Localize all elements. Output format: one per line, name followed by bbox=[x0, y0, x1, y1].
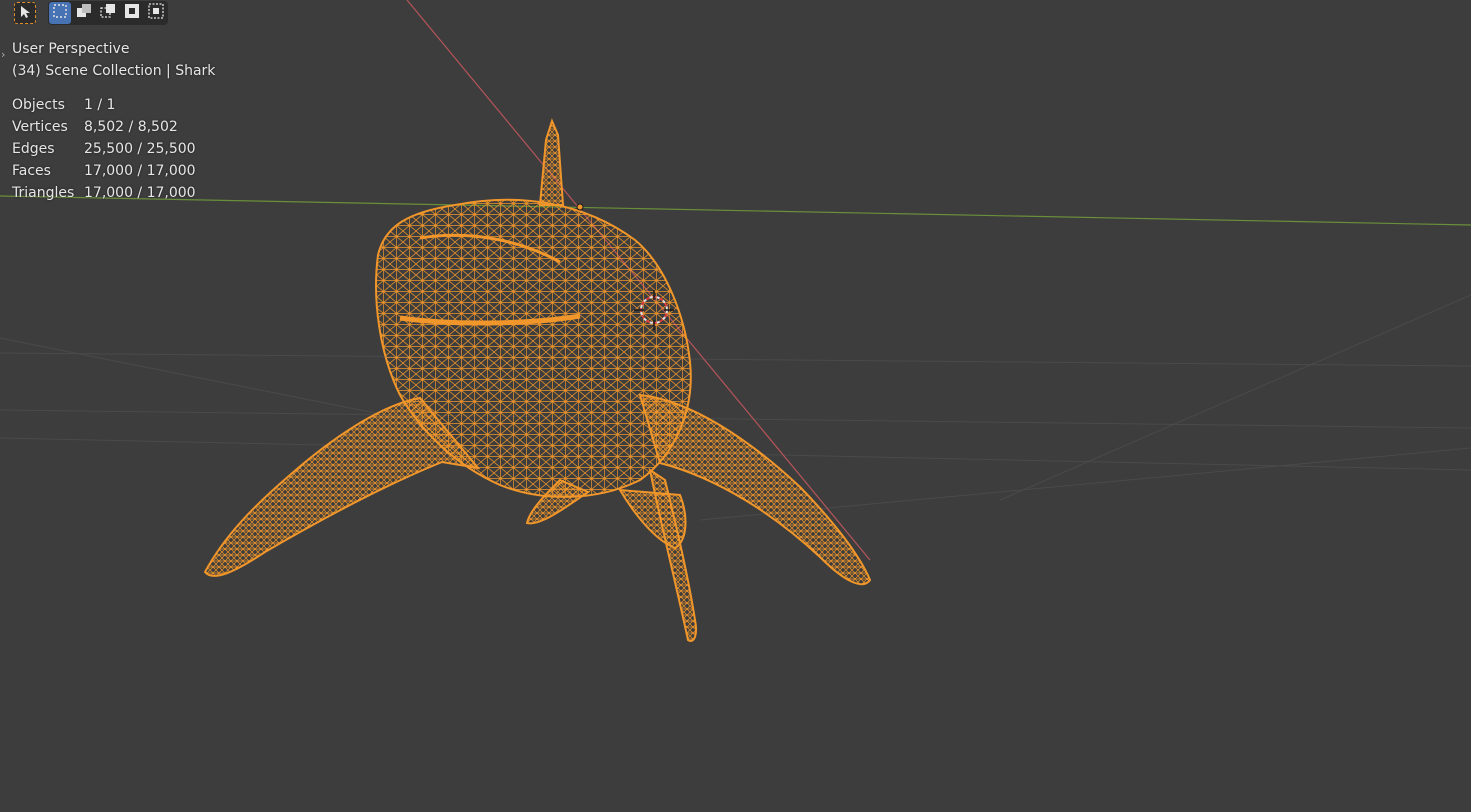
select-tool-button[interactable] bbox=[14, 2, 36, 24]
selection-mode-group bbox=[48, 1, 168, 25]
sidebar-toggle-arrow[interactable]: › bbox=[1, 48, 5, 61]
stat-row-edges: Edges 25,500 / 25,500 bbox=[12, 138, 215, 160]
stat-value: 17,000 / 17,000 bbox=[84, 163, 196, 179]
object-origin bbox=[576, 203, 584, 211]
y-axis-line bbox=[0, 195, 1471, 226]
view-name-label: User Perspective bbox=[12, 41, 130, 57]
stat-row-triangles: Triangles 17,000 / 17,000 bbox=[12, 182, 215, 204]
stat-row-vertices: Vertices 8,502 / 8,502 bbox=[12, 116, 215, 138]
stat-label: Edges bbox=[12, 141, 55, 157]
left-pectoral-fin bbox=[203, 396, 481, 577]
stat-label: Faces bbox=[12, 163, 51, 179]
stat-row-faces: Faces 17,000 / 17,000 bbox=[12, 160, 215, 182]
select-invert-button[interactable] bbox=[121, 2, 143, 24]
select-intersect-icon bbox=[148, 3, 164, 23]
stat-value: 8,502 / 8,502 bbox=[84, 119, 178, 135]
viewport-scene[interactable] bbox=[0, 0, 1471, 812]
stat-label: Triangles bbox=[12, 185, 75, 201]
stat-value: 17,000 / 17,000 bbox=[84, 185, 196, 201]
select-subtract-icon bbox=[100, 3, 116, 23]
scene-statistics: Objects 1 / 1 Vertices 8,502 / 8,502 Edg… bbox=[12, 94, 215, 204]
select-extend-icon bbox=[76, 3, 92, 23]
dorsal-fin bbox=[538, 118, 565, 206]
stat-value: 25,500 / 25,500 bbox=[84, 141, 196, 157]
shark-wireframe[interactable] bbox=[203, 118, 872, 642]
select-intersect-button[interactable] bbox=[145, 2, 167, 24]
collection-path-label: (34) Scene Collection | Shark bbox=[12, 63, 216, 79]
stat-label: Objects bbox=[12, 97, 65, 113]
anal-fin bbox=[618, 488, 687, 550]
select-new-button[interactable] bbox=[49, 2, 71, 24]
select-invert-icon bbox=[124, 3, 140, 23]
stat-row-objects: Objects 1 / 1 bbox=[12, 94, 215, 116]
3d-viewport[interactable]: › User Perspective (34) Scene Collection… bbox=[0, 0, 1471, 812]
viewport-info-overlay: User Perspective (34) Scene Collection |… bbox=[12, 38, 215, 204]
select-subtract-button[interactable] bbox=[97, 2, 119, 24]
stat-value: 1 / 1 bbox=[84, 97, 116, 113]
select-new-icon bbox=[52, 3, 68, 23]
toolbar bbox=[14, 0, 186, 26]
select-cursor-icon bbox=[18, 4, 32, 23]
select-extend-button[interactable] bbox=[73, 2, 95, 24]
stat-label: Vertices bbox=[12, 119, 68, 135]
